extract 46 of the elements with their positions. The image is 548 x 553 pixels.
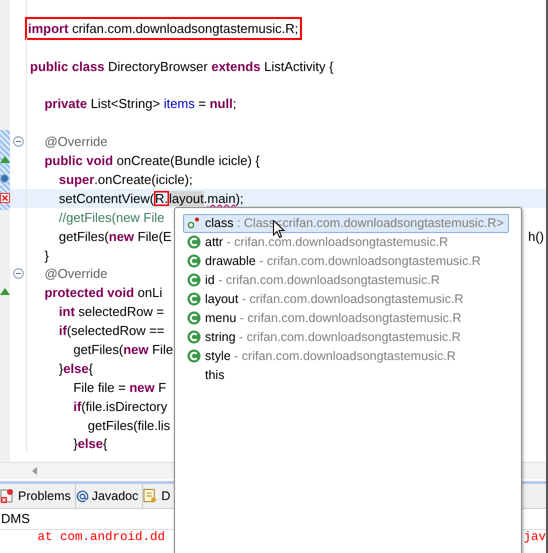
class-icon bbox=[187, 235, 201, 250]
view-tab[interactable]: Problems bbox=[0, 484, 76, 508]
code-line: public void onCreate(Bundle icicle) { bbox=[43, 153, 260, 168]
code-line: protected void onLi bbox=[43, 285, 162, 300]
code-line: File file = new F bbox=[72, 380, 166, 395]
code-line: @Override bbox=[43, 266, 108, 282]
completion-item[interactable]: style - crifan.com.downloadsongtastemusic.R bbox=[183, 346, 461, 366]
class-icon bbox=[187, 273, 201, 288]
code-line: //getFiles(new File bbox=[58, 210, 164, 225]
completion-item[interactable]: attr - crifan.com.downloadsongtastemusic.R bbox=[183, 232, 454, 252]
completion-item[interactable]: menu - crifan.com.downloadsongtastemusic.R bbox=[183, 308, 466, 328]
console-fragment: jav bbox=[523, 530, 546, 544]
fold-minus-icon[interactable] bbox=[12, 136, 24, 148]
console-line: at com.android.dd bbox=[36, 530, 166, 544]
code-fragment: h() bbox=[528, 228, 544, 244]
code-line: if(selectedRow == bbox=[58, 323, 164, 338]
code-line: } bbox=[43, 248, 49, 263]
code-line: @Override bbox=[43, 134, 108, 150]
code-line: getFiles(file.lis bbox=[86, 418, 170, 433]
completion-item[interactable]: layout - crifan.com.downloadsongtastemusic.R bbox=[183, 290, 468, 308]
completion-item[interactable]: this bbox=[183, 365, 230, 384]
code-line: getFiles(new File bbox=[72, 342, 174, 357]
problems-icon bbox=[0, 488, 15, 504]
declaration-icon bbox=[143, 488, 158, 504]
class-icon bbox=[187, 348, 201, 363]
completion-item[interactable]: id - crifan.com.downloadsongtastemusic.R bbox=[183, 270, 445, 290]
view-tab[interactable]: Javadoc bbox=[76, 484, 144, 508]
code-line: setContentView(R.layout.main); bbox=[58, 190, 244, 206]
code-line: private List<String> items = null; bbox=[43, 96, 236, 112]
completion-item[interactable]: drawable - crifan.com.downloadsongtastemusic.R bbox=[183, 252, 486, 271]
code-line: super.onCreate(icicle); bbox=[58, 172, 193, 187]
scroll-left-arrow-icon[interactable] bbox=[32, 467, 38, 475]
class-icon bbox=[187, 292, 201, 306]
fold-minus-icon[interactable] bbox=[12, 268, 24, 280]
completion-item[interactable]: string - crifan.com.downloadsongtastemusic.R bbox=[183, 327, 466, 346]
code-line: if(file.isDirectory bbox=[72, 398, 168, 414]
static-field-icon bbox=[187, 216, 201, 230]
class-icon bbox=[187, 310, 201, 325]
code-line: getFiles(new File(E bbox=[58, 228, 172, 244]
class-icon bbox=[187, 254, 201, 268]
code-line: public class DirectoryBrowser extends ListActivity { bbox=[29, 58, 334, 74]
code-line: int selectedRow = bbox=[58, 304, 164, 320]
class-icon bbox=[187, 330, 201, 344]
at-sign-icon bbox=[76, 490, 89, 502]
code-line: }else{ bbox=[72, 436, 108, 452]
code-line: }else{ bbox=[58, 360, 93, 376]
